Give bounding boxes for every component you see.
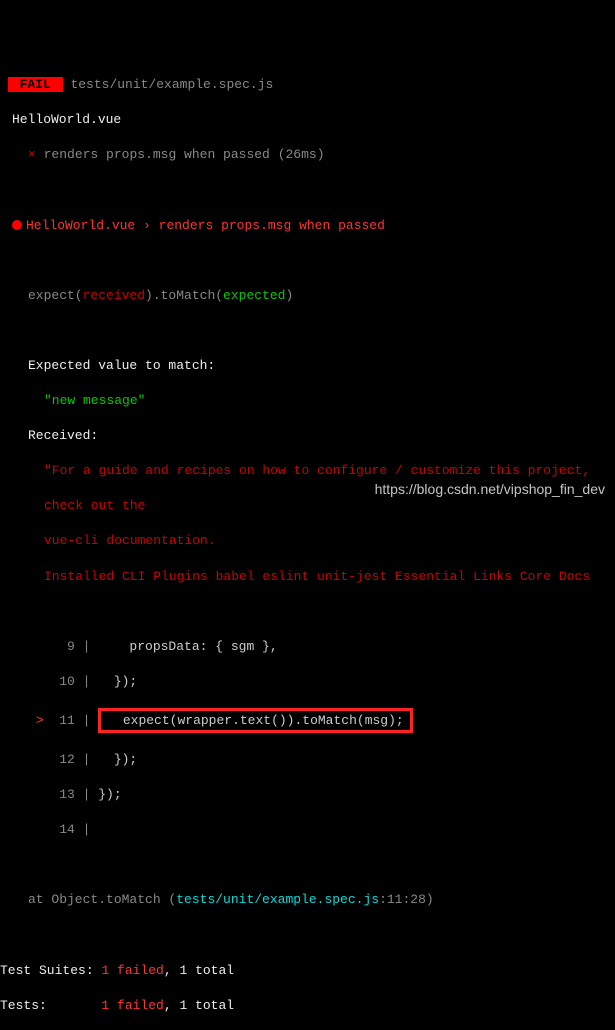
received-text-1: "For a guide and recipes on how to confi…	[44, 463, 590, 478]
expected-label: Expected value to match:	[28, 358, 215, 373]
failure-sep: ›	[143, 218, 151, 233]
bullet-icon	[12, 220, 22, 230]
expected-value: "new message"	[44, 393, 145, 408]
gutter-9: 9	[51, 639, 74, 654]
failure-component: HelloWorld.vue	[26, 218, 135, 233]
suites-label: Test Suites:	[0, 963, 94, 978]
code-line-10: });	[98, 674, 137, 689]
suites-fail: 1 failed	[101, 963, 163, 978]
received-text-3: Installed CLI Plugins babel eslint unit-…	[44, 569, 590, 584]
expect-expected: expected	[223, 288, 285, 303]
cross-icon: ×	[28, 147, 36, 162]
error-highlight-box: expect(wrapper.text()).toMatch(msg);	[98, 708, 412, 734]
component-file: HelloWorld.vue	[12, 112, 121, 127]
code-line-9: propsData: { sgm },	[98, 639, 277, 654]
tests-rest: , 1 total	[164, 998, 234, 1013]
gutter-12: 12	[51, 752, 74, 767]
code-line-12: });	[98, 752, 137, 767]
stack-at: at Object.toMatch (	[28, 892, 176, 907]
expect-suffix: )	[285, 288, 293, 303]
test-file-path: tests/unit/example.spec.js	[70, 77, 273, 92]
code-line-13: });	[98, 787, 121, 802]
expect-prefix: expect(	[28, 288, 83, 303]
tests-label: Tests:	[0, 998, 47, 1013]
received-text-1b: check out the	[44, 498, 145, 513]
watermark: https://blog.csdn.net/vipshop_fin_dev	[375, 480, 605, 499]
stack-file: tests/unit/example.spec.js	[176, 892, 379, 907]
stack-loc: :11:28)	[379, 892, 434, 907]
gutter-14: 14	[51, 822, 74, 837]
gutter-11: 11	[51, 713, 74, 728]
test-time: (26ms)	[278, 147, 325, 162]
gutter-10: 10	[51, 674, 74, 689]
code-line-11: expect(wrapper.text()).toMatch(msg);	[107, 713, 403, 728]
suites-rest: , 1 total	[164, 963, 234, 978]
pointer-icon: >	[36, 713, 44, 728]
failure-test-name: renders props.msg when passed	[159, 218, 385, 233]
expect-received: received	[83, 288, 145, 303]
tests-fail: 1 failed	[101, 998, 163, 1013]
expect-mid: ).toMatch(	[145, 288, 223, 303]
fail-badge: FAIL	[8, 77, 63, 92]
test-name: renders props.msg when passed	[44, 147, 270, 162]
received-label: Received:	[28, 428, 98, 443]
received-text-2: vue-cli documentation.	[44, 533, 216, 548]
gutter-13: 13	[51, 787, 74, 802]
